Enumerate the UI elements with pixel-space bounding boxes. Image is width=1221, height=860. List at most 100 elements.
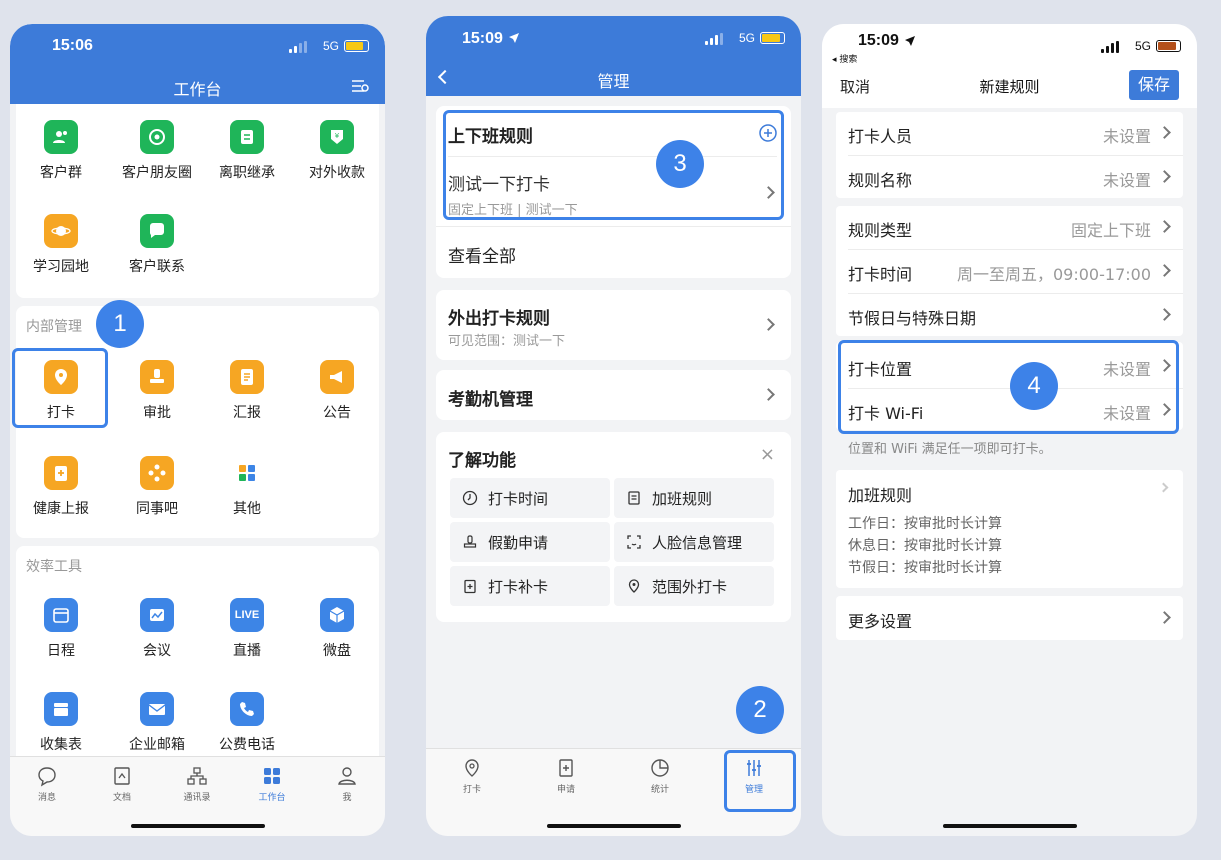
tab-docs[interactable]: 文档 (87, 765, 157, 803)
device-title: 考勤机管理 (448, 390, 533, 410)
app-customer-moments[interactable]: 客户朋友圈 (112, 120, 202, 182)
transfer-icon (230, 120, 264, 154)
row-value: 未设置 (1102, 171, 1151, 190)
grid-icon (264, 768, 280, 784)
meeting-icon (140, 598, 174, 632)
chevron-right-icon (1158, 220, 1171, 233)
app-customer-group[interactable]: 客户群 (16, 120, 106, 182)
tab-label: 我 (342, 793, 352, 803)
outside-rule-subtitle: 可见范围：测试一下 (448, 334, 566, 349)
app-approval[interactable]: 审批 (112, 360, 202, 422)
app-label: 汇报 (233, 405, 261, 421)
app-label: 健康上报 (33, 501, 89, 517)
settings-filter-icon[interactable] (351, 78, 369, 94)
app-resign-inherit[interactable]: 离职继承 (202, 120, 292, 182)
yuan-shield-icon: ¥ (320, 120, 354, 154)
app-collect-form[interactable]: 收集表 (16, 692, 106, 754)
row-checkin-members[interactable]: 打卡人员 未设置 (848, 123, 1173, 147)
app-label: 公费电话 (219, 737, 275, 753)
section-title: 效率工具 (26, 559, 82, 575)
highlight-location-wifi (838, 340, 1179, 434)
app-label: 直播 (233, 643, 261, 659)
app-report[interactable]: 汇报 (202, 360, 292, 422)
app-label: 会议 (143, 643, 171, 659)
app-mailbox[interactable]: 企业邮箱 (112, 692, 202, 754)
tab-me[interactable]: 我 (312, 765, 382, 803)
row-rule-type[interactable]: 规则类型 固定上下班 (848, 217, 1173, 241)
app-label: 离职继承 (219, 165, 275, 181)
app-meeting[interactable]: 会议 (112, 598, 202, 660)
outside-rule-title: 外出打卡规则 (448, 309, 550, 329)
phone-icon (230, 692, 264, 726)
tab-label: 申请 (556, 785, 575, 795)
back-to-search[interactable]: ◂ 搜索 (832, 52, 857, 65)
overtime-title: 加班规则 (848, 486, 913, 505)
device-card[interactable]: 考勤机管理 (436, 370, 791, 420)
feature-label: 打卡时间 (488, 489, 549, 508)
tools-card: 效率工具 日程 会议 LIVE 直播 微盘 收集表 企业邮箱 公费电话 (16, 546, 379, 766)
feature-label: 人脸信息管理 (652, 533, 743, 552)
app-colleague-forum[interactable]: 同事吧 (112, 456, 202, 518)
row-holidays[interactable]: 节假日与特殊日期 (848, 305, 1173, 329)
live-icon: LIVE (230, 598, 264, 632)
chat-icon (38, 767, 56, 787)
outside-rule-card[interactable]: 外出打卡规则 可见范围：测试一下 (436, 290, 791, 360)
save-button[interactable]: 保存 (1129, 70, 1179, 100)
row-label: 打卡时间 (848, 265, 913, 284)
app-label: 企业邮箱 (129, 737, 185, 753)
feature-face-info[interactable]: 人脸信息管理 (614, 522, 774, 562)
app-drive[interactable]: 微盘 (292, 598, 382, 660)
chat-bubble-icon (140, 214, 174, 248)
overtime-card[interactable]: 加班规则 工作日：按审批时长计算 休息日：按审批时长计算 节假日：按审批时长计算 (836, 470, 1183, 588)
pie-chart-icon (651, 759, 669, 777)
highlight-manage-tab (724, 750, 796, 812)
tab-messages[interactable]: 消息 (12, 765, 82, 803)
status-time: 15:09 (462, 30, 503, 47)
step-badge-1: 1 (96, 300, 144, 348)
view-all-link[interactable]: 查看全部 (448, 242, 779, 267)
status-bar: 15:06 5G (10, 24, 385, 82)
app-announcement[interactable]: 公告 (292, 360, 382, 422)
tab-checkin[interactable]: 打卡 (436, 757, 508, 795)
phone-manage: 15:09 5G 管理 上下班规则 测试一下打卡 固定上下班 | 测试一下 查看… (426, 16, 801, 836)
row-rule-name[interactable]: 规则名称 未设置 (848, 167, 1173, 191)
feature-makeup-checkin[interactable]: 打卡补卡 (450, 566, 610, 606)
page-title: 管理 (597, 72, 630, 91)
highlight-checkin (12, 348, 108, 428)
org-chart-icon (187, 767, 207, 785)
battery-icon (1156, 40, 1181, 52)
app-label: 对外收款 (309, 165, 365, 181)
app-public-phone[interactable]: 公费电话 (202, 692, 292, 754)
row-checkin-time[interactable]: 打卡时间 周一至周五，09:00-17:00 (848, 261, 1173, 285)
row-label: 规则类型 (848, 221, 913, 240)
mail-icon (140, 692, 174, 726)
feature-label: 范围外打卡 (652, 577, 728, 596)
app-other[interactable]: 其他 (202, 456, 292, 518)
tab-stats[interactable]: 统计 (624, 757, 696, 795)
feature-checkin-time[interactable]: 打卡时间 (450, 478, 610, 518)
tab-workbench[interactable]: 工作台 (237, 765, 307, 803)
feature-label: 加班规则 (652, 489, 713, 508)
highlight-shift-rule (443, 110, 784, 220)
feature-out-of-range[interactable]: 范围外打卡 (614, 566, 774, 606)
divider (848, 293, 1183, 294)
app-health-report[interactable]: 健康上报 (16, 456, 106, 518)
person-icon (338, 767, 356, 785)
app-calendar[interactable]: 日程 (16, 598, 106, 660)
feature-leave-request[interactable]: 假勤申请 (450, 522, 610, 562)
status-time: 15:06 (52, 37, 93, 54)
close-icon[interactable]: × (760, 444, 775, 465)
more-settings-card[interactable]: 更多设置 (836, 596, 1183, 640)
app-live[interactable]: LIVE 直播 (202, 598, 292, 660)
network-label: 5G (738, 31, 755, 45)
step-badge-4: 4 (1010, 362, 1058, 410)
location-arrow-icon (905, 36, 915, 46)
app-label: 公告 (323, 405, 351, 421)
feature-overtime-rule[interactable]: 加班规则 (614, 478, 774, 518)
tab-contacts[interactable]: 通讯录 (162, 765, 232, 803)
app-learning[interactable]: 学习园地 (16, 214, 106, 276)
app-external-payment[interactable]: ¥ 对外收款 (292, 120, 382, 182)
tab-label: 统计 (650, 785, 669, 795)
tab-apply[interactable]: 申请 (530, 757, 602, 795)
app-customer-contact[interactable]: 客户联系 (112, 214, 202, 276)
